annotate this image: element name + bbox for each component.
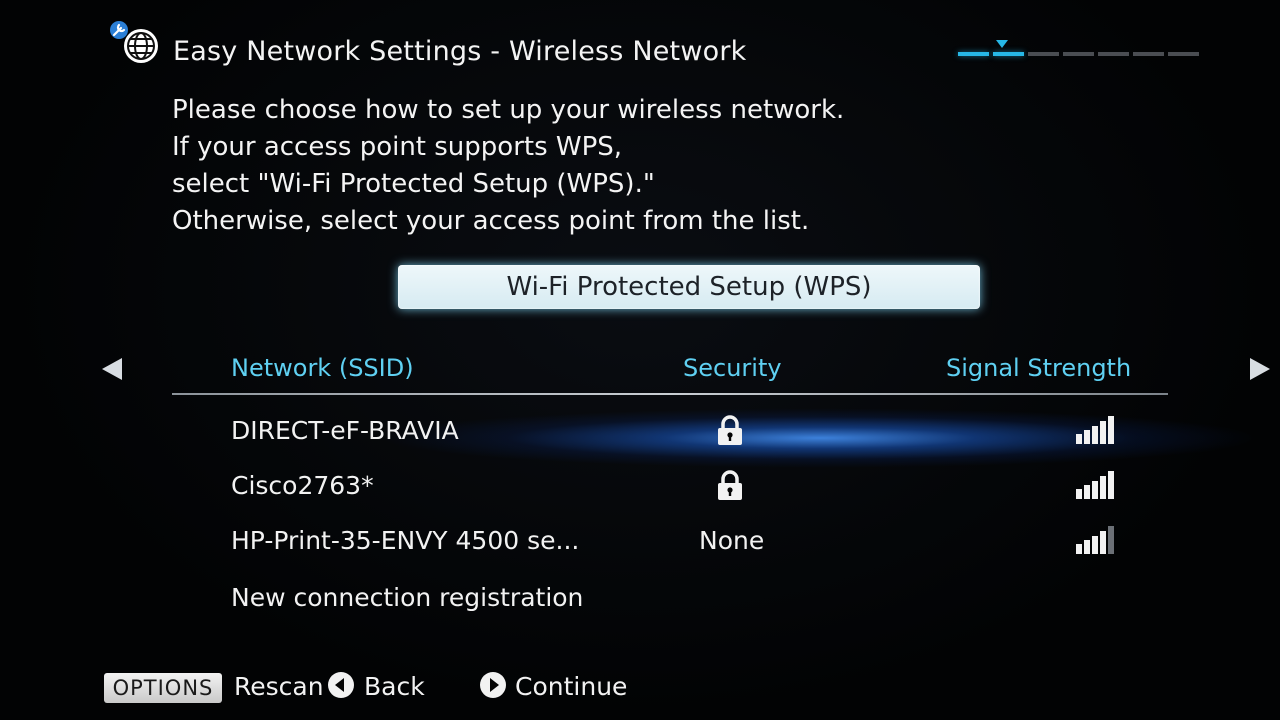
network-settings-icon (110, 21, 158, 63)
signal-strength-icon (1076, 524, 1120, 554)
progress-step-6 (1133, 52, 1164, 56)
instruction-line: If your access point supports WPS, (172, 132, 623, 162)
progress-step-5 (1098, 52, 1129, 56)
progress-step-1 (958, 52, 989, 56)
new-connection-label: New connection registration (231, 583, 584, 612)
network-ssid: DIRECT-eF-BRAVIA (231, 416, 459, 445)
lock-icon (718, 470, 742, 500)
column-header-ssid: Network (SSID) (231, 354, 414, 382)
instruction-line: select "Wi-Fi Protected Setup (WPS)." (172, 169, 655, 199)
network-ssid: HP-Print-35-ENVY 4500 se... (231, 526, 580, 555)
network-row[interactable]: DIRECT-eF-BRAVIA (172, 408, 1168, 456)
progress-step-4 (1063, 52, 1094, 56)
network-row[interactable]: HP-Print-35-ENVY 4500 se... None (172, 518, 1168, 566)
page-left-arrow-icon[interactable] (102, 358, 122, 380)
page-title: Easy Network Settings - Wireless Network (173, 36, 747, 67)
progress-step-2 (993, 52, 1024, 56)
lock-icon (718, 415, 742, 445)
continue-label: Continue (515, 672, 628, 701)
network-ssid: Cisco2763* (231, 471, 374, 500)
instructions-text: Please choose how to set up your wireles… (172, 92, 844, 240)
wps-button[interactable]: Wi-Fi Protected Setup (WPS) (398, 265, 980, 309)
security-value: None (699, 526, 765, 555)
progress-step-3 (1028, 52, 1059, 56)
network-row[interactable]: Cisco2763* (172, 463, 1168, 511)
column-header-security: Security (683, 354, 782, 382)
options-button[interactable]: OPTIONS (104, 673, 222, 703)
progress-step-7 (1168, 52, 1199, 56)
setup-progress-indicator (958, 40, 1208, 64)
network-settings-screen: Easy Network Settings - Wireless Network… (0, 0, 1280, 720)
signal-strength-icon (1076, 414, 1120, 444)
back-circle-icon[interactable] (327, 671, 355, 699)
page-right-arrow-icon[interactable] (1250, 358, 1270, 380)
header-divider (172, 393, 1168, 395)
instruction-line: Please choose how to set up your wireles… (172, 95, 845, 125)
continue-circle-icon[interactable] (479, 671, 507, 699)
current-step-marker-icon (996, 40, 1008, 48)
back-label: Back (364, 672, 425, 701)
new-connection-row[interactable]: New connection registration (172, 575, 1168, 623)
column-header-signal: Signal Strength (946, 354, 1132, 382)
instruction-line: Otherwise, select your access point from… (172, 206, 810, 236)
rescan-label: Rescan (234, 672, 324, 701)
signal-strength-icon (1076, 469, 1120, 499)
